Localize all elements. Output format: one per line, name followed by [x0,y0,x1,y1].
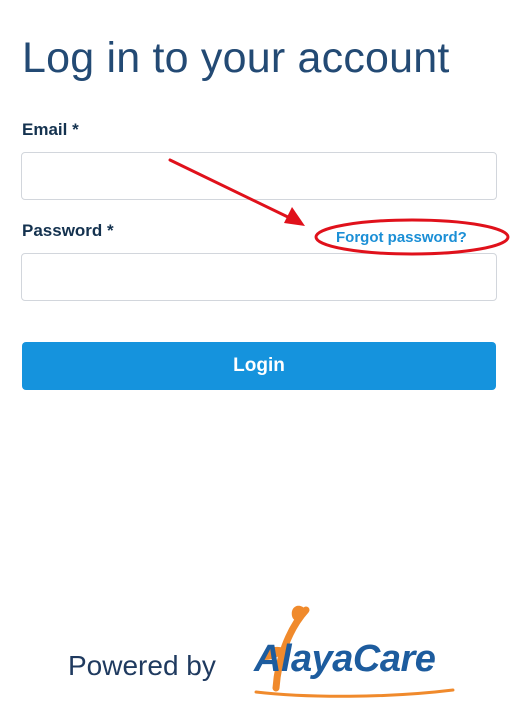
footer: Powered by AlayaCare [0,600,511,710]
password-label: Password * [22,221,114,240]
login-button[interactable]: Login [22,342,496,390]
password-field[interactable] [21,253,497,301]
email-label: Email * [22,120,79,139]
page-title: Log in to your account [22,34,450,82]
brand-name: AlayaCare [254,638,436,680]
email-field[interactable] [21,152,497,200]
alayacare-logo: AlayaCare [248,600,458,700]
forgot-password-link[interactable]: Forgot password? [336,229,467,246]
powered-by-text: Powered by [68,650,216,681]
